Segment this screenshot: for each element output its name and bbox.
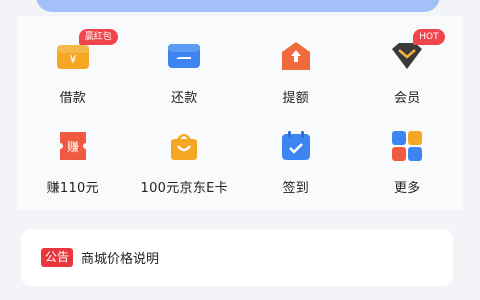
service-more[interactable]: 更多 <box>352 124 464 196</box>
service-label: 还款 <box>170 91 198 106</box>
service-borrow[interactable]: ¥ 赢红包 借款 <box>17 29 129 106</box>
notice-text: 商城价格说明 <box>81 252 160 267</box>
promo-badge: 赢红包 <box>78 29 118 45</box>
service-repay[interactable]: 还款 <box>129 34 241 106</box>
service-label: 会员 <box>393 91 421 106</box>
service-label: 100元京东E卡 <box>140 181 228 196</box>
service-raise-limit[interactable]: 提额 <box>240 34 352 106</box>
services-card: ¥ 赢红包 借款 还款 提额 HOT 会员 赚 赚110元 100元京东E卡 签… <box>17 16 463 210</box>
arrow-up-house-icon <box>274 34 318 77</box>
service-earn[interactable]: 赚 赚110元 <box>17 124 129 196</box>
hot-badge: HOT <box>413 29 445 45</box>
card-icon <box>162 34 206 77</box>
shopping-bag-icon <box>162 124 206 167</box>
calendar-check-icon <box>274 124 318 167</box>
coupon-icon: 赚 <box>51 124 95 167</box>
notice-bar[interactable]: 公告 商城价格说明 <box>21 229 453 286</box>
service-label: 更多 <box>393 181 421 196</box>
top-banner[interactable] <box>36 0 440 12</box>
svg-text:赚: 赚 <box>67 139 79 154</box>
service-label: 借款 <box>59 91 87 106</box>
grid-icon <box>385 124 429 167</box>
service-jd-card[interactable]: 100元京东E卡 <box>129 124 241 196</box>
diamond-icon: HOT <box>385 29 445 77</box>
service-label: 签到 <box>282 181 310 196</box>
service-label: 提额 <box>282 91 310 106</box>
service-label: 赚110元 <box>46 181 99 196</box>
wallet-icon: ¥ 赢红包 <box>51 29 118 77</box>
notice-tag: 公告 <box>41 248 74 267</box>
svg-text:¥: ¥ <box>69 53 76 66</box>
service-check-in[interactable]: 签到 <box>240 124 352 196</box>
services-grid: ¥ 赢红包 借款 还款 提额 HOT 会员 赚 赚110元 100元京东E卡 签… <box>17 29 464 196</box>
service-membership[interactable]: HOT 会员 <box>352 29 464 106</box>
